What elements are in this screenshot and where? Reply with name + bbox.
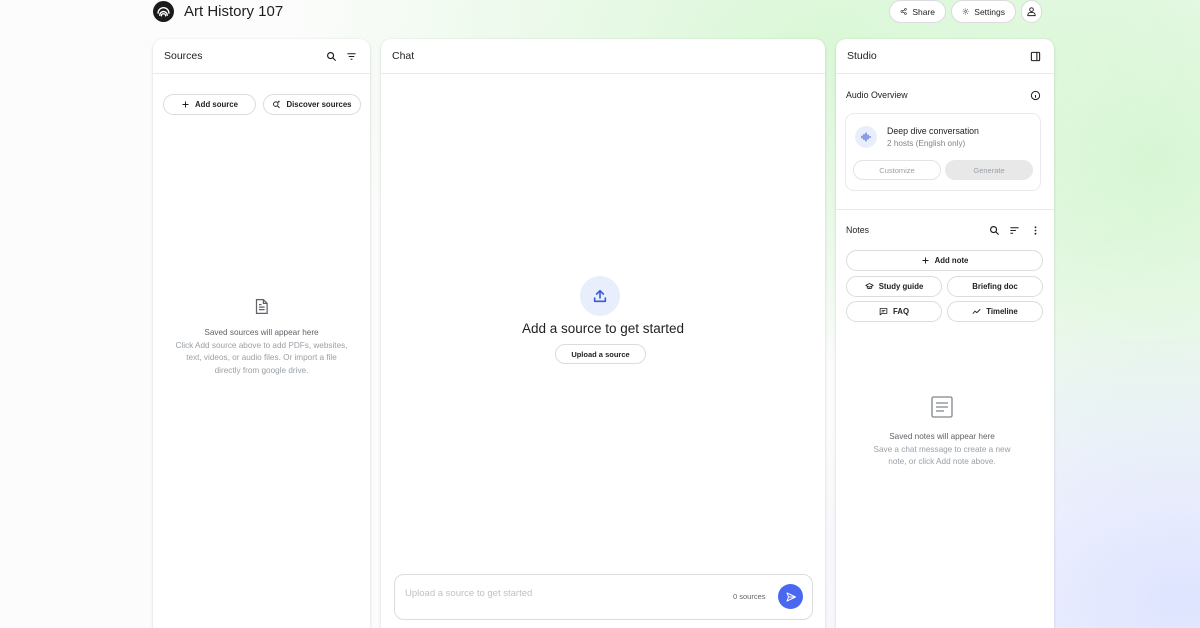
share-button[interactable]: Share <box>889 0 946 23</box>
note-icon <box>930 395 954 424</box>
sort-notes-button[interactable] <box>1005 221 1023 239</box>
sources-empty-line2: text, videos, or audio files. Or import … <box>186 353 337 362</box>
sources-title: Sources <box>164 50 203 62</box>
audio-card-subtitle: 2 hosts (English only) <box>887 139 966 148</box>
sources-empty-line1: Click Add source above to add PDFs, webs… <box>175 340 348 350</box>
briefing-doc-button[interactable]: Briefing doc <box>947 276 1043 297</box>
upload-source-button[interactable]: Upload a source <box>555 344 646 364</box>
search-notes-button[interactable] <box>985 221 1003 239</box>
add-source-label: Add source <box>195 100 238 109</box>
add-source-button[interactable]: Add source <box>163 94 256 115</box>
audio-wave-icon <box>855 126 877 148</box>
collapse-studio-button[interactable] <box>1026 47 1044 65</box>
chat-panel: Chat Add a source to get started Upload … <box>381 39 825 628</box>
notes-more-button[interactable] <box>1026 221 1044 239</box>
briefing-doc-label: Briefing doc <box>972 282 1018 291</box>
search-icon <box>989 225 999 235</box>
notebook-title[interactable]: Art History 107 <box>184 3 283 20</box>
audio-overview-card: Deep dive conversation 2 hosts (English … <box>845 113 1041 191</box>
send-button[interactable] <box>778 584 803 609</box>
share-label: Share <box>912 6 935 17</box>
gear-icon <box>962 8 969 15</box>
notes-empty-line1: Save a chat message to create a new <box>873 444 1011 454</box>
faq-label: FAQ <box>892 307 910 316</box>
panel-toggle-icon <box>1030 51 1040 61</box>
sources-count: 0 sources <box>733 592 766 601</box>
chat-title: Chat <box>392 50 415 62</box>
studio-panel: Studio Audio Overview Deep dive conversa… <box>836 39 1054 628</box>
notes-empty-title: Saved notes will appear here <box>889 432 995 441</box>
chat-header: Chat <box>381 39 825 74</box>
app-logo-icon[interactable] <box>153 1 174 22</box>
audio-info-button[interactable] <box>1026 86 1044 104</box>
send-icon <box>786 592 796 601</box>
plus-icon <box>182 101 189 108</box>
sources-empty-title: Saved sources will appear here <box>204 328 319 337</box>
search-icon <box>326 51 336 61</box>
sources-empty-line3: directly from google drive. <box>214 365 309 375</box>
study-guide-label: Study guide <box>878 282 924 291</box>
plus-icon <box>922 257 929 264</box>
filter-sources-button[interactable] <box>342 47 360 65</box>
sources-empty-state: Saved sources will appear here Click Add… <box>153 327 370 377</box>
user-icon <box>1027 7 1036 17</box>
studio-title: Studio <box>847 50 877 62</box>
studio-divider <box>836 209 1054 210</box>
audio-card-title: Deep dive conversation <box>887 126 979 136</box>
study-guide-button[interactable]: Study guide <box>846 276 942 297</box>
info-icon <box>1030 90 1040 100</box>
document-icon <box>254 298 269 320</box>
discover-sources-label: Discover sources <box>286 100 352 109</box>
generate-button[interactable]: Generate <box>945 160 1033 180</box>
sources-panel: Sources Add source Discover sources Save… <box>153 39 370 628</box>
chat-input-box: 0 sources <box>394 574 813 620</box>
settings-button[interactable]: Settings <box>951 0 1016 23</box>
account-button[interactable] <box>1021 0 1042 23</box>
discover-icon <box>273 100 281 109</box>
more-vert-icon <box>1034 225 1036 235</box>
studio-header: Studio <box>836 39 1054 74</box>
upload-icon <box>580 276 620 316</box>
notes-label: Notes <box>846 225 869 235</box>
faq-button[interactable]: FAQ <box>846 301 942 322</box>
audio-overview-label: Audio Overview <box>846 90 908 100</box>
timeline-button[interactable]: Timeline <box>947 301 1043 322</box>
app-header: Art History 107 Share Settings <box>0 0 1200 24</box>
faq-icon <box>879 308 888 316</box>
filter-icon <box>346 52 356 60</box>
sort-icon <box>1009 226 1019 234</box>
customize-button[interactable]: Customize <box>853 160 941 180</box>
notes-empty-line2: note, or click Add note above. <box>888 457 996 466</box>
graduation-cap-icon <box>865 283 874 289</box>
timeline-icon <box>972 308 981 315</box>
settings-label: Settings <box>974 6 1005 17</box>
share-icon <box>900 8 907 15</box>
notes-empty-state: Saved notes will appear here Save a chat… <box>836 431 1048 469</box>
chat-input[interactable] <box>405 588 705 599</box>
chat-empty-title: Add a source to get started <box>521 321 685 336</box>
add-note-button[interactable]: Add note <box>846 250 1043 271</box>
search-sources-button[interactable] <box>322 47 340 65</box>
discover-sources-button[interactable]: Discover sources <box>263 94 361 115</box>
sources-header: Sources <box>153 39 370 74</box>
add-note-label: Add note <box>934 256 969 265</box>
timeline-label: Timeline <box>986 307 1018 316</box>
